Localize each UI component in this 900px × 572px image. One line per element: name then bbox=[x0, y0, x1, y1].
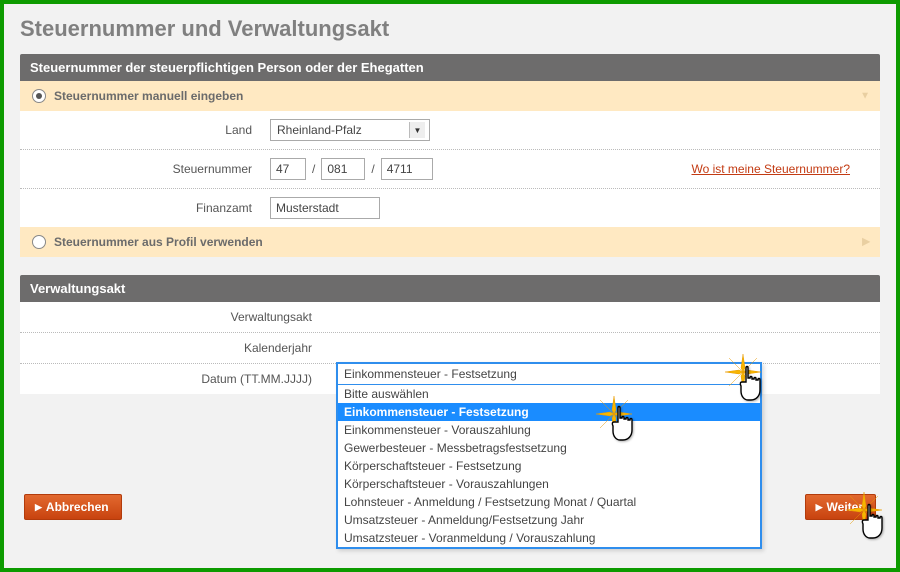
page-title: Steuernummer und Verwaltungsakt bbox=[20, 16, 880, 42]
row-verwaltungsakt: Verwaltungsakt bbox=[20, 302, 880, 333]
row-kalenderjahr: Kalenderjahr bbox=[20, 333, 880, 364]
land-label: Land bbox=[30, 123, 270, 137]
row-land: Land Rheinland-Pfalz ▼ bbox=[20, 111, 880, 150]
stnr-part2-input[interactable] bbox=[321, 158, 365, 180]
next-button-label: Weiter bbox=[827, 500, 863, 514]
jahr-label: Kalenderjahr bbox=[30, 341, 330, 355]
land-select[interactable]: Rheinland-Pfalz ▼ bbox=[270, 119, 430, 141]
dropdown-option[interactable]: Umsatzsteuer - Anmeldung/Festsetzung Jah… bbox=[338, 511, 760, 529]
dropdown-option[interactable]: Umsatzsteuer - Voranmeldung / Vorauszahl… bbox=[338, 529, 760, 547]
dropdown-option[interactable]: Einkommensteuer - Festsetzung bbox=[338, 403, 760, 421]
stnr-label: Steuernummer bbox=[30, 162, 270, 176]
stnr-sep1: / bbox=[312, 162, 315, 176]
radio-manual[interactable] bbox=[32, 89, 46, 103]
dropdown-option[interactable]: Gewerbesteuer - Messbetragsfestsetzung bbox=[338, 439, 760, 457]
dropdown-option[interactable]: Lohnsteuer - Anmeldung / Festsetzung Mon… bbox=[338, 493, 760, 511]
triangle-right-icon: ▶ bbox=[816, 502, 823, 513]
verwaltungsakt-dropdown[interactable]: Einkommensteuer - Festsetzung Bitte ausw… bbox=[336, 362, 762, 549]
manual-entry-body: Land Rheinland-Pfalz ▼ Steuernummer / / … bbox=[20, 111, 880, 227]
dropdown-option[interactable]: Körperschaftsteuer - Vorauszahlungen bbox=[338, 475, 760, 493]
dropdown-option[interactable]: Einkommensteuer - Vorauszahlung bbox=[338, 421, 760, 439]
triangle-right-icon: ▶ bbox=[35, 502, 42, 513]
stnr-part1-input[interactable] bbox=[270, 158, 306, 180]
stnr-part3-input[interactable] bbox=[381, 158, 433, 180]
option-manual-label: Steuernummer manuell eingeben bbox=[54, 89, 243, 103]
stnr-sep2: / bbox=[371, 162, 374, 176]
akt-label: Verwaltungsakt bbox=[30, 310, 330, 324]
row-steuernummer: Steuernummer / / Wo ist meine Steuernumm… bbox=[20, 150, 880, 189]
finanzamt-label: Finanzamt bbox=[30, 201, 270, 215]
tax-number-section-header: Steuernummer der steuerpflichtigen Perso… bbox=[20, 54, 880, 81]
option-profile-label: Steuernummer aus Profil verwenden bbox=[54, 235, 263, 249]
cancel-button[interactable]: ▶ Abbrechen bbox=[24, 494, 122, 520]
finanzamt-input[interactable] bbox=[270, 197, 380, 219]
radio-profile[interactable] bbox=[32, 235, 46, 249]
next-button[interactable]: ▶ Weiter bbox=[805, 494, 876, 520]
datum-label: Datum (TT.MM.JJJJ) bbox=[30, 372, 330, 386]
dropdown-list: Bitte auswählen Einkommensteuer - Festse… bbox=[338, 385, 760, 547]
chevron-down-icon: ▼ bbox=[860, 91, 870, 102]
dropdown-option[interactable]: Bitte auswählen bbox=[338, 385, 760, 403]
dropdown-option[interactable]: Körperschaftsteuer - Festsetzung bbox=[338, 457, 760, 475]
dropdown-selected: Einkommensteuer - Festsetzung bbox=[338, 364, 760, 385]
land-select-value: Rheinland-Pfalz bbox=[277, 123, 362, 137]
row-finanzamt: Finanzamt bbox=[20, 189, 880, 227]
option-manual-entry[interactable]: Steuernummer manuell eingeben ▼ bbox=[20, 81, 880, 111]
tax-number-panel: Steuernummer der steuerpflichtigen Perso… bbox=[20, 54, 880, 257]
chevron-down-icon: ▼ bbox=[409, 122, 425, 138]
verwaltungsakt-section-header: Verwaltungsakt bbox=[20, 275, 880, 302]
cancel-button-label: Abbrechen bbox=[46, 500, 109, 514]
app-frame: Steuernummer und Verwaltungsakt Steuernu… bbox=[0, 0, 900, 572]
option-profile-entry[interactable]: Steuernummer aus Profil verwenden ▶ bbox=[20, 227, 880, 257]
chevron-right-icon: ▶ bbox=[862, 237, 870, 248]
help-where-taxnumber-link[interactable]: Wo ist meine Steuernummer? bbox=[691, 162, 850, 176]
